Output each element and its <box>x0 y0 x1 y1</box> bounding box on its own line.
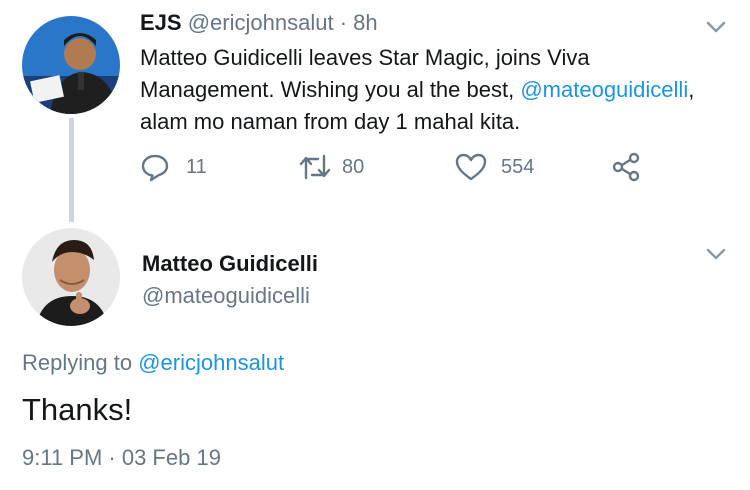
reply-menu-button[interactable] <box>706 247 726 266</box>
tweet-text: Matteo Guidicelli leaves Star Magic, joi… <box>140 42 730 138</box>
like-count: 554 <box>501 155 535 178</box>
header-separator: · <box>339 10 348 35</box>
thread-line <box>69 118 74 222</box>
chevron-down-icon <box>706 248 726 260</box>
tweet-header: EJS @ericjohnsalut · 8h <box>140 8 378 38</box>
author-name[interactable]: EJS <box>140 10 182 35</box>
reply-author-name[interactable]: Matteo Guidicelli <box>142 249 318 279</box>
author-handle[interactable]: @ericjohnsalut <box>188 10 334 35</box>
reply-action[interactable]: 11 <box>140 152 207 182</box>
replying-to: Replying to @ericjohnsalut <box>22 348 284 378</box>
reply-text: Thanks! <box>22 392 133 427</box>
like-action[interactable]: 554 <box>455 152 534 182</box>
replying-to-link[interactable]: @ericjohnsalut <box>138 350 284 375</box>
avatar-matteo[interactable] <box>22 228 120 326</box>
reply-count: 11 <box>186 155 207 178</box>
tweet-text-part2: alam mo naman from day 1 mahal kita. <box>140 109 521 134</box>
share-action[interactable] <box>612 152 640 187</box>
retweet-action[interactable]: 80 <box>298 152 364 182</box>
retweet-icon <box>299 154 331 180</box>
reply-author-handle[interactable]: @mateoguidicelli <box>142 281 310 311</box>
chevron-down-icon <box>706 21 726 33</box>
tweet-time[interactable]: 8h <box>353 10 377 35</box>
share-icon <box>612 152 640 182</box>
reply-timestamp[interactable]: 9:11 PM · 03 Feb 19 <box>22 443 221 473</box>
like-icon <box>455 153 487 181</box>
replying-to-prefix: Replying to <box>22 350 133 375</box>
mention-link[interactable]: @mateoguidicelli <box>520 77 688 102</box>
reply-icon <box>141 154 169 182</box>
retweet-count: 80 <box>342 155 365 178</box>
avatar-ejs[interactable] <box>22 16 120 114</box>
tweet-text-comma: , <box>688 77 695 102</box>
tweet-menu-button[interactable] <box>706 20 726 39</box>
